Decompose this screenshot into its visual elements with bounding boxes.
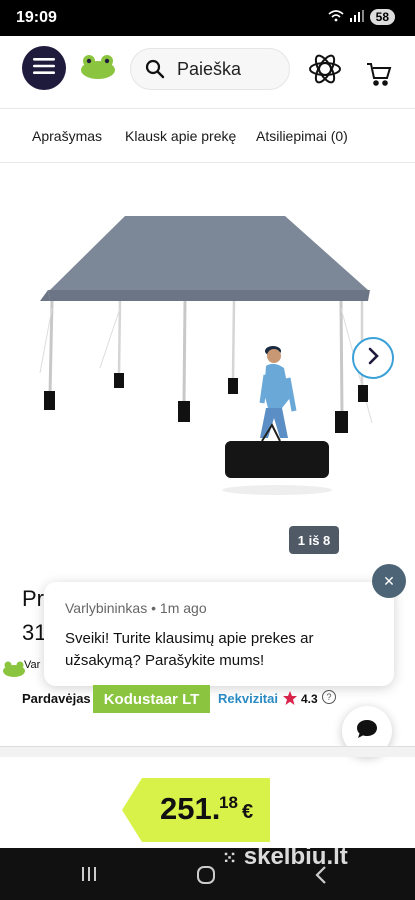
ai-assistant-icon[interactable] xyxy=(308,52,342,91)
chat-bubble-icon xyxy=(355,718,379,745)
chat-sender-meta: Varlybininkas • 1m ago xyxy=(65,600,207,616)
status-icons: 58 xyxy=(328,9,395,25)
tab-ask-question[interactable]: Klausk apie prekę xyxy=(125,128,236,144)
watermark-text: skelbiu.lt xyxy=(243,843,348,870)
cart-icon[interactable] xyxy=(366,62,392,91)
section-spacer xyxy=(0,747,415,757)
price-cents: 18 xyxy=(219,793,238,812)
home-icon[interactable] xyxy=(196,865,216,890)
product-tabs: Aprašymas Klausk apie prekę Atsiliepimai… xyxy=(0,108,415,163)
frog-logo-icon[interactable] xyxy=(80,54,116,85)
seller-label: Pardavėjas xyxy=(22,691,91,706)
requisites-link[interactable]: Rekvizitai xyxy=(218,691,278,706)
battery-indicator: 58 xyxy=(369,9,395,25)
chevron-right-icon xyxy=(366,347,380,370)
seller-rating: 4.3 xyxy=(301,692,318,706)
status-time: 19:09 xyxy=(16,9,57,26)
star-icon xyxy=(282,690,298,711)
status-bar: 19:09 58 xyxy=(0,0,415,36)
seller-name-partial: Var xyxy=(24,659,41,671)
search-input[interactable]: Paieška xyxy=(177,59,241,80)
tab-reviews[interactable]: Atsiliepimai (0) xyxy=(256,128,348,144)
chat-message: Sveiki! Turite klausimų apie prekes ar u… xyxy=(65,630,314,669)
hamburger-icon xyxy=(33,57,55,80)
next-image-button[interactable] xyxy=(352,337,394,379)
tab-description[interactable]: Aprašymas xyxy=(32,128,102,144)
image-counter: 1 iš 8 xyxy=(289,526,339,554)
search-icon xyxy=(145,59,165,79)
app-header: Paieška xyxy=(0,36,415,108)
system-nav-bar xyxy=(0,848,415,900)
recent-apps-icon[interactable] xyxy=(80,865,98,888)
close-icon: ✕ xyxy=(383,572,395,589)
menu-button[interactable] xyxy=(22,46,66,90)
watermark-dots-icon: ⁙ xyxy=(222,848,238,868)
product-title: Pr xyxy=(22,586,44,611)
wifi-icon xyxy=(328,9,344,25)
chat-popup[interactable]: Varlybininkas • 1m ago Sveiki! Turite kl… xyxy=(44,582,394,686)
chat-close-button[interactable]: ✕ xyxy=(372,564,406,598)
product-price-partial: 31 xyxy=(22,620,47,645)
search-box[interactable]: Paieška xyxy=(130,48,290,90)
frog-avatar-icon xyxy=(2,661,26,682)
signal-icon xyxy=(349,9,364,25)
watermark: ⁙ skelbiu.lt xyxy=(222,843,348,871)
price-currency: € xyxy=(242,801,254,823)
price-whole: 251. xyxy=(160,791,221,826)
help-icon[interactable]: ? xyxy=(322,690,336,704)
seller-name-badge[interactable]: Kodustaar LT xyxy=(93,685,210,713)
